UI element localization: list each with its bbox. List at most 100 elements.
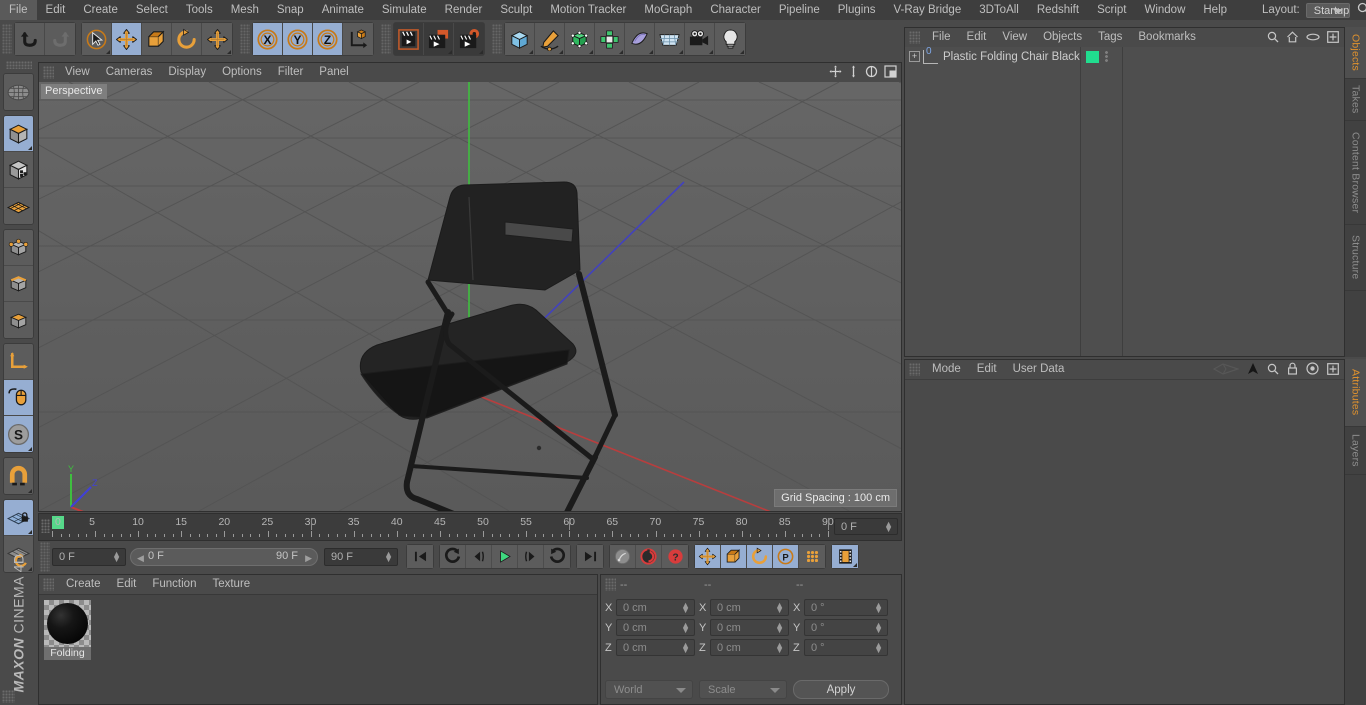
record-active-objects-button[interactable] [610,545,636,568]
preview-start-field[interactable]: 0 F ▲ ▼ [52,547,126,566]
submenu-corner-icon[interactable] [740,50,744,54]
size-x-field[interactable]: 0 cm ▲ ▼ [710,599,789,616]
workplane-lock-button[interactable] [4,500,33,536]
submenu-corner-icon[interactable] [479,50,483,54]
spinner-icon[interactable]: ▲ ▼ [775,641,784,655]
range-left-arrow-icon[interactable]: ◀ [137,553,144,564]
submenu-corner-icon[interactable] [529,50,533,54]
tab-attributes[interactable]: Attributes [1345,359,1366,427]
spinner-icon[interactable]: ▲ ▼ [775,621,784,635]
add-scene-object-button[interactable] [625,23,655,55]
left-toolbar-bottom-grip[interactable] [2,690,15,703]
toolbar-grip[interactable] [240,24,250,54]
add-generator-button[interactable] [565,23,595,55]
add-cube-button[interactable] [505,23,535,55]
current-frame-field[interactable]: 0 F ▲ ▼ [834,518,898,535]
menu-item-window[interactable]: Window [1135,0,1194,20]
rotation-x-field[interactable]: 0 ° ▲ ▼ [804,599,888,616]
menu-item-file[interactable]: File [0,0,37,20]
viewport-menu-display[interactable]: Display [160,63,214,82]
size-y-field[interactable]: 0 cm ▲ ▼ [710,619,789,636]
world-object-coordinates-button[interactable] [343,23,373,55]
position-key-button[interactable] [695,545,721,568]
submenu-corner-icon[interactable] [28,146,32,150]
add-light-button[interactable] [715,23,745,55]
menu-item-pipeline[interactable]: Pipeline [770,0,829,20]
object-menu-view[interactable]: View [994,28,1035,47]
menu-item-simulate[interactable]: Simulate [373,0,436,20]
object-tree[interactable]: + 0 Plastic Folding Chair Black [905,46,1344,356]
tab-layers[interactable]: Layers [1345,427,1366,475]
point-level-animation-button[interactable] [799,545,825,568]
submenu-corner-icon[interactable] [709,50,713,54]
search-icon[interactable] [1357,2,1366,18]
position-x-field[interactable]: 0 cm ▲ ▼ [616,599,695,616]
tab-takes[interactable]: Takes [1345,79,1366,121]
object-manager-grip[interactable] [909,31,920,44]
maximize-icon[interactable] [884,65,897,81]
viewport-menu-view[interactable]: View [57,63,98,82]
render-view-button[interactable] [394,23,424,55]
plus-box-icon[interactable] [1327,362,1339,378]
magnet-tool-button[interactable] [4,458,33,494]
apply-button[interactable]: Apply [793,680,889,699]
attribute-menu-edit[interactable]: Edit [969,360,1005,379]
menu-item-motion-tracker[interactable]: Motion Tracker [541,0,635,20]
model-mode-button[interactable] [4,116,33,152]
undo-view-button[interactable] [4,74,33,110]
keyframe-selection-button[interactable]: ? [662,545,688,568]
viewport-solo-button[interactable] [4,380,33,416]
spinner-icon[interactable]: ▲ ▼ [874,621,883,635]
left-toolbar-grip[interactable] [5,61,32,69]
spinner-icon[interactable]: ▲ ▼ [681,641,690,655]
object-menu-edit[interactable]: Edit [959,28,995,47]
material-item[interactable]: Folding [44,600,91,660]
timeline-grip[interactable] [41,519,50,533]
rotation-z-field[interactable]: 0 ° ▲ ▼ [804,639,888,656]
viewport-grip[interactable] [43,66,54,79]
coordinate-system-dropdown[interactable]: World [605,680,693,699]
viewport-menu-cameras[interactable]: Cameras [98,63,161,82]
menu-item-v-ray-bridge[interactable]: V-Ray Bridge [884,0,970,20]
add-deformer-button[interactable] [595,23,625,55]
material-menu-function[interactable]: Function [144,575,204,594]
preview-range-slider[interactable]: ◀ 0 F 90 F ▶ [130,547,318,566]
search-icon[interactable] [1267,31,1279,46]
viewport-menu-options[interactable]: Options [214,63,270,82]
lock-icon[interactable] [1287,362,1298,378]
position-z-field[interactable]: 0 cm ▲ ▼ [616,639,695,656]
scale-key-button[interactable] [721,545,747,568]
menu-item-3dtoall[interactable]: 3DToAll [970,0,1028,20]
material-menu-texture[interactable]: Texture [204,575,258,594]
material-menu-edit[interactable]: Edit [109,575,145,594]
viewport-canvas[interactable]: Y X Z Perspective Grid Spacing : 100 cm [39,82,901,511]
viewport-menu-filter[interactable]: Filter [270,63,312,82]
axis-mode-button[interactable] [4,188,33,224]
submenu-corner-icon[interactable] [649,50,653,54]
menu-item-sculpt[interactable]: Sculpt [491,0,541,20]
submenu-corner-icon[interactable] [619,50,623,54]
redo-button[interactable] [45,23,75,55]
expand-object-icon[interactable]: + [909,51,920,62]
dynamic-place-tool[interactable] [202,23,232,55]
menu-item-tools[interactable]: Tools [177,0,222,20]
layout-select[interactable]: Startup [1305,2,1351,18]
timeline-track[interactable]: 051015202530354045505560657075808590 [52,516,834,538]
history-icon[interactable] [1212,362,1240,378]
coordinates-grip[interactable] [605,578,616,591]
scale-tool[interactable] [142,23,172,55]
polygons-mode-button[interactable] [4,302,33,338]
menu-item-mograph[interactable]: MoGraph [635,0,701,20]
spinner-icon[interactable]: ▲ ▼ [884,520,893,534]
enable-snap-button[interactable]: S [4,416,33,452]
spinner-icon[interactable]: ▲ ▼ [874,601,883,615]
attribute-manager-grip[interactable] [909,363,920,376]
object-row[interactable]: + 0 Plastic Folding Chair Black [905,46,1344,66]
plus-box-icon[interactable] [1327,31,1339,46]
menu-item-snap[interactable]: Snap [268,0,313,20]
render-to-picture-viewer-button[interactable] [424,23,454,55]
spinner-icon[interactable]: ▲ ▼ [681,601,690,615]
spinner-icon[interactable]: ▲ ▼ [681,621,690,635]
step-back-button[interactable] [466,545,492,568]
tab-content-browser[interactable]: Content Browser [1345,121,1366,225]
